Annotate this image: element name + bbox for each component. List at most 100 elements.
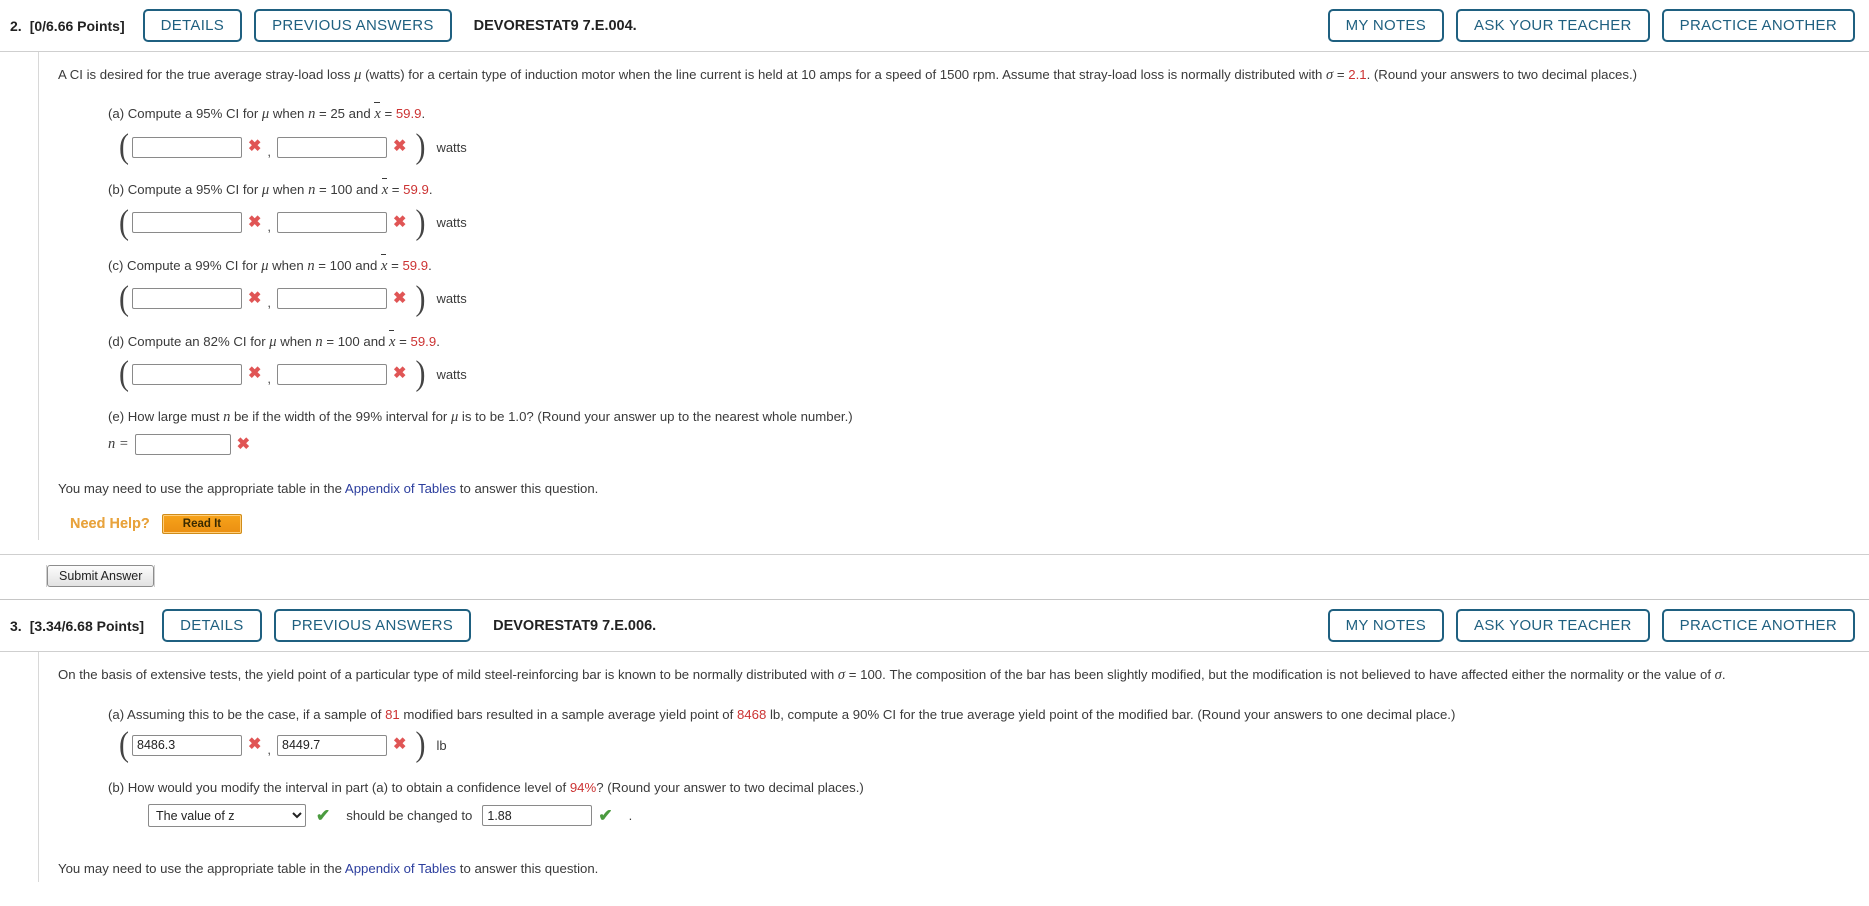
part-b-upper-input[interactable]	[277, 212, 388, 234]
part-a-upper-input[interactable]	[277, 136, 388, 158]
part-c-upper-input[interactable]	[277, 288, 388, 310]
part-a-comma: ,	[267, 143, 272, 159]
q3-part-b-value-correct-icon: ✔	[598, 806, 613, 826]
practice-another-button-q3[interactable]: PRACTICE ANOTHER	[1661, 609, 1855, 643]
part-b-prompt: (b) Compute a 95% CI for μ when n = 100 …	[108, 178, 1849, 202]
part-e-text-1: (e) How large must	[108, 409, 224, 425]
q3-part-a-comma: ,	[267, 741, 272, 757]
part-b-lower-input[interactable]	[132, 212, 242, 234]
part-d-mid: when	[276, 333, 316, 349]
part-a-answer-row: ( ✖ , ✖ ) watts	[116, 127, 1849, 166]
question-3-number: 3.	[10, 617, 22, 634]
part-d-end: .	[436, 333, 440, 349]
question-2-body: A CI is desired for the true average str…	[0, 52, 1869, 541]
question-3: 3. [3.34/6.68 Points] DETAILS PREVIOUS A…	[0, 600, 1869, 883]
q3-close-paren-a: )	[415, 725, 426, 764]
part-e-wrong-icon: ✖	[236, 435, 251, 453]
part-d-xbar: x	[389, 329, 395, 354]
my-notes-button-q3[interactable]: MY NOTES	[1327, 609, 1445, 643]
previous-answers-button-q3[interactable]: PREVIOUS ANSWERS	[273, 609, 472, 643]
part-a-lower-input[interactable]	[132, 136, 242, 158]
question-2-code: DEVORESTAT9 7.E.004.	[473, 17, 637, 34]
note-pre-q3: You may need to use the appropriate tabl…	[58, 861, 345, 877]
part-a-eq2: =	[380, 106, 396, 122]
open-paren-a: (	[119, 127, 129, 166]
part-b-eq2: =	[388, 182, 404, 198]
q3-stem-sigma: σ	[837, 667, 846, 684]
previous-answers-button-q2[interactable]: PREVIOUS ANSWERS	[254, 9, 452, 42]
stem-text-3: . (Round your answers to two decimal pla…	[1366, 67, 1638, 82]
question-2-part-b: (b) Compute a 95% CI for μ when n = 100 …	[108, 178, 1849, 240]
part-c-n: n	[307, 257, 315, 274]
question-3-stem: On the basis of extensive tests, the yie…	[58, 664, 1849, 686]
q3-part-a-unit: lb	[436, 737, 447, 753]
my-notes-button-q2[interactable]: MY NOTES	[1327, 9, 1445, 42]
part-c-xval: 59.9	[402, 257, 429, 273]
part-e-prompt: (e) How large must n be if the width of …	[108, 407, 1849, 429]
question-2-part-c: (c) Compute a 99% CI for μ when n = 100 …	[108, 253, 1849, 318]
appendix-of-tables-link-q2[interactable]: Appendix of Tables	[345, 481, 456, 496]
q3-part-b-text-2: ? (Round your answer to two decimal plac…	[596, 780, 864, 796]
body-left-rule-q2	[38, 52, 39, 541]
part-a-nval: 25	[330, 106, 346, 122]
details-button-q2[interactable]: DETAILS	[142, 9, 243, 42]
part-c-mid: when	[268, 257, 308, 273]
appendix-of-tables-link-q3[interactable]: Appendix of Tables	[345, 861, 456, 876]
body-left-rule-q3	[38, 652, 39, 883]
close-paren-d: )	[415, 354, 426, 393]
part-d-upper-input[interactable]	[277, 363, 388, 385]
read-it-button-q2[interactable]: Read It	[161, 514, 243, 535]
part-e-input[interactable]	[134, 434, 231, 456]
practice-another-button-q2[interactable]: PRACTICE ANOTHER	[1661, 9, 1855, 42]
part-d-eq2: =	[395, 333, 411, 349]
part-d-lower-wrong-icon: ✖	[248, 365, 262, 383]
ask-your-teacher-button-q3[interactable]: ASK YOUR TEACHER	[1456, 609, 1650, 643]
question-3-part-b: (b) How would you modify the interval in…	[108, 778, 1849, 828]
q3-part-b-answer-row: The value of z ✔ should be changed to ✔ …	[148, 804, 1849, 828]
question-2-submit-area: Submit Answer	[0, 554, 1869, 601]
part-a-unit: watts	[436, 139, 467, 155]
details-button-q3[interactable]: DETAILS	[162, 609, 262, 643]
part-a-and: and	[345, 106, 375, 122]
part-d-lower-input[interactable]	[132, 363, 242, 385]
q3-part-a-average: 8468	[736, 706, 767, 722]
part-c-and: and	[351, 257, 381, 273]
part-c-xbar: x	[380, 253, 387, 278]
q3-part-b-middle-text: should be changed to	[346, 808, 473, 824]
part-a-mid: when	[269, 106, 309, 122]
question-2: 2. [0/6.66 Points] DETAILS PREVIOUS ANSW…	[0, 0, 1869, 601]
part-b-nval: 100	[330, 182, 353, 198]
q3-part-a-sample-n: 81	[385, 706, 400, 722]
part-b-comma: ,	[267, 219, 272, 235]
q3-part-a-lower-input[interactable]	[132, 734, 242, 756]
submit-answer-button-q2[interactable]: Submit Answer	[47, 565, 155, 588]
part-a-xbar: x	[374, 102, 381, 126]
part-d-prompt: (d) Compute an 82% CI for μ when n = 100…	[108, 329, 1849, 354]
part-d-and: and	[359, 333, 390, 349]
question-3-points: [3.34/6.68 Points]	[29, 617, 145, 634]
part-c-nval: 100	[329, 257, 352, 273]
part-e-text-3: is to be 1.0? (Round your answer up to t…	[458, 409, 853, 425]
question-3-code: DEVORESTAT9 7.E.006.	[493, 617, 657, 634]
part-b-answer-row: ( ✖ , ✖ ) watts	[116, 205, 1849, 240]
part-c-end: .	[428, 257, 432, 273]
part-a-eq1: =	[315, 106, 331, 122]
part-d-comma: ,	[267, 370, 272, 386]
part-b-unit: watts	[436, 215, 467, 231]
q3-part-a-upper-input[interactable]	[277, 734, 388, 756]
q3-part-b-select[interactable]: The value of z	[148, 804, 306, 828]
q3-part-a-text-2: modified bars resulted in a sample avera…	[399, 706, 737, 722]
close-paren-a: )	[415, 127, 426, 166]
q3-part-b-text-1: (b) How would you modify the interval in…	[108, 780, 570, 796]
open-paren-c: (	[119, 279, 129, 318]
part-c-unit: watts	[436, 291, 467, 307]
need-help-label-q2: Need Help?	[70, 516, 150, 533]
ask-your-teacher-button-q2[interactable]: ASK YOUR TEACHER	[1456, 9, 1650, 42]
q3-part-b-value-input[interactable]	[482, 805, 593, 827]
part-b-eq1: =	[315, 182, 331, 198]
part-c-label: (c) Compute a 99% CI for	[108, 257, 262, 273]
question-2-part-a: (a) Compute a 95% CI for μ when n = 25 a…	[108, 102, 1849, 166]
question-3-table-note: You may need to use the appropriate tabl…	[58, 861, 1849, 876]
part-c-eq1: =	[314, 257, 330, 273]
part-c-lower-input[interactable]	[132, 288, 242, 310]
